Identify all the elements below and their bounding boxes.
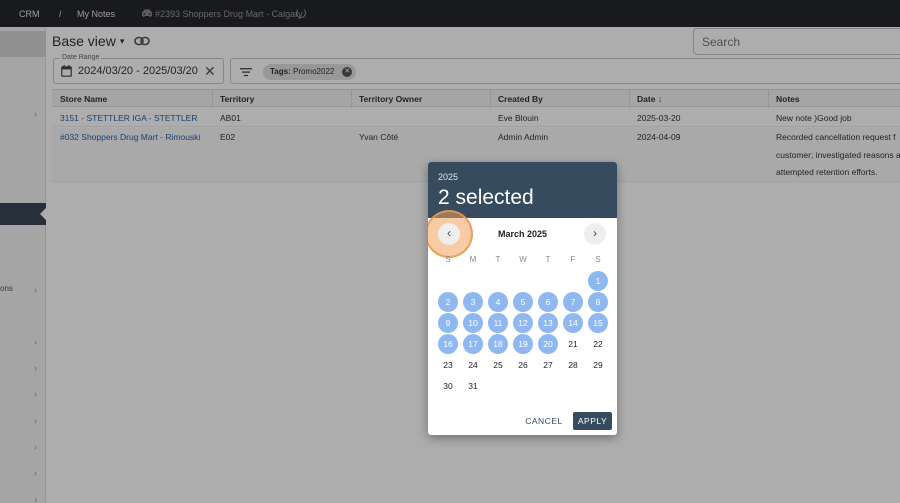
calendar-day[interactable]: 20 <box>538 334 558 354</box>
date-picker-header: 2025 2 selected <box>428 162 617 218</box>
weekday-label: T <box>545 255 551 264</box>
calendar-day[interactable]: 22 <box>588 334 608 354</box>
weekday-label: S <box>445 255 451 264</box>
selected-count: 2 selected <box>438 186 534 209</box>
weekday-label: T <box>495 255 501 264</box>
calendar-day[interactable]: 26 <box>513 355 533 375</box>
calendar-day[interactable]: 30 <box>438 376 458 396</box>
calendar-day[interactable]: 23 <box>438 355 458 375</box>
weekday-label: S <box>595 255 601 264</box>
calendar-day[interactable]: 21 <box>563 334 583 354</box>
calendar-day[interactable]: 17 <box>463 334 483 354</box>
apply-button[interactable]: APPLY <box>573 412 612 430</box>
weekday-label: W <box>519 255 527 264</box>
calendar-day[interactable]: 25 <box>488 355 508 375</box>
calendar-day[interactable]: 24 <box>463 355 483 375</box>
calendar-day[interactable]: 4 <box>488 292 508 312</box>
calendar-day[interactable]: 13 <box>538 313 558 333</box>
calendar-day[interactable]: 11 <box>488 313 508 333</box>
calendar-day[interactable]: 5 <box>513 292 533 312</box>
next-month-button[interactable]: › <box>584 223 606 245</box>
calendar-day[interactable]: 6 <box>538 292 558 312</box>
calendar-day[interactable]: 19 <box>513 334 533 354</box>
picker-year[interactable]: 2025 <box>438 172 458 182</box>
calendar-day[interactable]: 10 <box>463 313 483 333</box>
calendar-day[interactable]: 16 <box>438 334 458 354</box>
calendar-day[interactable]: 18 <box>488 334 508 354</box>
calendar-day[interactable]: 3 <box>463 292 483 312</box>
calendar-day[interactable]: 27 <box>538 355 558 375</box>
calendar-day[interactable]: 31 <box>463 376 483 396</box>
weekday-label: M <box>469 255 477 264</box>
calendar-day[interactable]: 8 <box>588 292 608 312</box>
calendar-day[interactable]: 28 <box>563 355 583 375</box>
calendar-day[interactable]: 12 <box>513 313 533 333</box>
calendar-day[interactable]: 15 <box>588 313 608 333</box>
calendar-day[interactable]: 14 <box>563 313 583 333</box>
calendar-day[interactable]: 7 <box>563 292 583 312</box>
calendar-day[interactable]: 9 <box>438 313 458 333</box>
calendar-day[interactable]: 29 <box>588 355 608 375</box>
weekday-label: F <box>570 255 576 264</box>
cancel-button[interactable]: CANCEL <box>524 412 564 430</box>
date-picker-dialog: 2025 2 selected ‹ March 2025 › SMTWTFS 1… <box>428 162 617 435</box>
calendar-day[interactable]: 1 <box>588 271 608 291</box>
calendar-day[interactable]: 2 <box>438 292 458 312</box>
